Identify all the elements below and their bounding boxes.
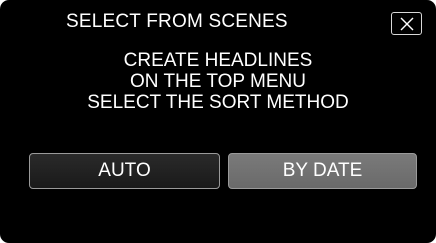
message-line: ON THE TOP MENU: [130, 71, 306, 92]
auto-button-label: AUTO: [98, 160, 151, 181]
close-x-icon: [400, 17, 414, 31]
message-line: SELECT THE SORT METHOD: [87, 92, 349, 113]
dialog-title: SELECT FROM SCENES: [66, 11, 288, 32]
auto-button[interactable]: AUTO: [29, 153, 220, 189]
dialog-message: CREATE HEADLINES ON THE TOP MENU SELECT …: [0, 50, 436, 113]
by-date-button-label: BY DATE: [282, 160, 363, 181]
by-date-button[interactable]: BY DATE: [228, 153, 417, 189]
close-button[interactable]: [391, 12, 422, 35]
dialog-screen: SELECT FROM SCENES CREATE HEADLINES ON T…: [0, 0, 436, 243]
message-line: CREATE HEADLINES: [123, 50, 313, 71]
